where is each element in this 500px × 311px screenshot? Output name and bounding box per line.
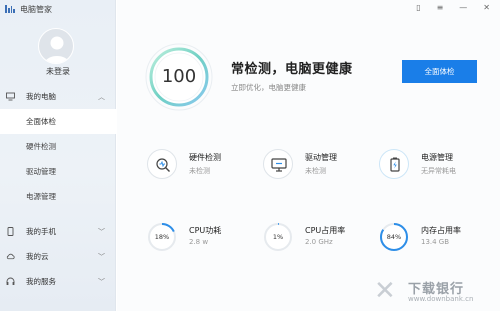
gauge-title: CPU功耗 [189, 226, 222, 235]
gauge-value: 84% [386, 233, 402, 241]
card-title: 驱动管理 [305, 153, 337, 162]
gauge-detail: 2.0 GHz [305, 238, 333, 246]
gauge-title: CPU占用率 [305, 226, 346, 235]
computer-icon [6, 92, 15, 101]
window-controls: ▯ ≡ — ✕ [416, 0, 500, 14]
sidebar-subitem-driver-manage[interactable]: 驱动管理 [0, 159, 116, 184]
title-bar: 电脑管家 [0, 0, 116, 18]
sidebar-item-label: 我的手机 [26, 227, 56, 236]
gauge-memory-usage: 84% [379, 222, 409, 252]
gauge-cpu-usage: 1% [263, 222, 293, 252]
phone-icon [6, 227, 15, 236]
page-title: 常检测，电脑更健康 [231, 62, 353, 77]
sidebar-item-label: 我的服务 [26, 277, 56, 286]
health-score-ring: 100 [144, 42, 214, 112]
avatar[interactable] [38, 28, 74, 64]
sidebar-item-my-phone[interactable]: 我的手机 ﹀ [0, 219, 116, 244]
sidebar-item-label: 我的电脑 [26, 92, 56, 101]
chevron-up-icon[interactable]: ︿ [98, 92, 105, 102]
gauge-value: 1% [272, 233, 284, 241]
main-panel: ▯ ≡ — ✕ 100 常检测，电脑更健康 立即优化，电脑更健康 全面体检 硬件… [117, 0, 500, 311]
card-status: 无异常耗电 [421, 167, 456, 175]
sidebar-subitem-power-manage[interactable]: 电源管理 [0, 184, 116, 209]
power-icon [379, 149, 409, 179]
device-icon[interactable]: ▯ [416, 3, 420, 12]
card-hardware-detect[interactable]: 硬件检测 未检测 [147, 149, 247, 179]
headset-icon [6, 277, 15, 286]
login-status[interactable]: 未登录 [0, 66, 116, 77]
sidebar-item-my-cloud[interactable]: 我的云 ﹀ [0, 244, 116, 269]
sidebar-nav: 我的电脑 ︿ 全面体检 硬件检测 驱动管理 电源管理 我的手机 ﹀ 我的云 ﹀ … [0, 84, 116, 294]
hardware-scan-icon [147, 149, 177, 179]
app-title: 电脑管家 [20, 4, 52, 14]
app-logo-icon [5, 5, 15, 13]
chevron-down-icon[interactable]: ﹀ [98, 252, 105, 262]
close-icon[interactable]: ✕ [483, 3, 490, 12]
health-score-value: 100 [161, 66, 197, 87]
card-status: 未检测 [189, 167, 210, 175]
watermark-url: www.downbank.cn [408, 295, 474, 303]
menu-icon[interactable]: ≡ [437, 3, 444, 12]
card-status: 未检测 [305, 167, 326, 175]
watermark-logo-icon: ✕ [374, 276, 396, 306]
sidebar-subitem-full-checkup[interactable]: 全面体检 [0, 109, 116, 134]
page-subtitle: 立即优化，电脑更健康 [231, 83, 306, 92]
gauge-detail: 13.4 GB [421, 238, 450, 246]
chevron-down-icon[interactable]: ﹀ [98, 277, 105, 287]
card-driver-manage[interactable]: 驱动管理 未检测 [263, 149, 363, 179]
user-silhouette-icon [44, 36, 70, 63]
gauge-detail: 2.8 w [189, 238, 209, 246]
gauge-cpu-power: 18% [147, 222, 177, 252]
sidebar-item-my-computer[interactable]: 我的电脑 ︿ [0, 84, 116, 109]
sidebar: 电脑管家 未登录 我的电脑 ︿ 全面体检 硬件检测 驱动管理 电源管理 我的手机… [0, 0, 116, 311]
gauge-value: 18% [154, 233, 170, 241]
full-checkup-button[interactable]: 全面体检 [402, 60, 477, 83]
minimize-icon[interactable]: — [459, 3, 467, 12]
cloud-icon [6, 252, 15, 261]
card-power-manage[interactable]: 电源管理 无异常耗电 [379, 149, 489, 179]
card-title: 硬件检测 [189, 153, 221, 162]
gauge-title: 内存占用率 [421, 226, 461, 235]
card-title: 电源管理 [421, 153, 453, 162]
watermark: ✕ 下载银行 www.downbank.cn [374, 277, 494, 305]
sidebar-item-my-services[interactable]: 我的服务 ﹀ [0, 269, 116, 294]
sidebar-subitem-hardware-detect[interactable]: 硬件检测 [0, 134, 116, 159]
sidebar-item-label: 我的云 [26, 252, 49, 261]
chevron-down-icon[interactable]: ﹀ [98, 227, 105, 237]
driver-icon [263, 149, 293, 179]
